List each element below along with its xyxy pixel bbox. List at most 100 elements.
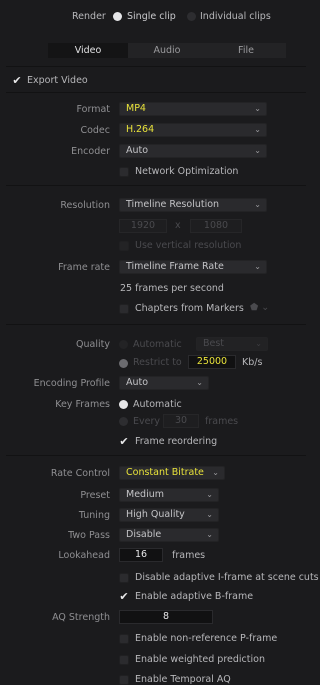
encoder-value: Auto bbox=[126, 145, 149, 156]
quality-automatic-label: Automatic bbox=[133, 339, 182, 350]
encoder-label: Encoder bbox=[71, 146, 110, 157]
format-value: MP4 bbox=[126, 103, 146, 114]
chapters-label[interactable]: Chapters from Markers bbox=[135, 303, 244, 314]
tab-video[interactable]: Video bbox=[48, 43, 128, 58]
tuning-label: Tuning bbox=[78, 510, 110, 521]
format-label: Format bbox=[76, 104, 110, 115]
tuning-value: High Quality bbox=[126, 509, 185, 520]
chevron-down-icon: ⌄ bbox=[255, 339, 262, 348]
non-reference-p-checkbox[interactable] bbox=[119, 634, 129, 644]
enable-adaptive-b-label[interactable]: Enable adaptive B-frame bbox=[135, 591, 253, 602]
chevron-down-icon: ⌄ bbox=[261, 302, 270, 313]
individual-clips-radio[interactable] bbox=[187, 12, 196, 21]
encoder-dropdown[interactable]: Auto ⌄ bbox=[119, 144, 267, 158]
restrict-radio[interactable] bbox=[119, 359, 128, 368]
rate-control-value: Constant Bitrate bbox=[126, 467, 204, 478]
disable-adaptive-i-checkbox[interactable] bbox=[119, 573, 129, 583]
bitrate-field[interactable]: 25000 bbox=[188, 355, 236, 369]
network-optimization-checkbox[interactable] bbox=[119, 167, 129, 177]
key-frames-every-radio[interactable] bbox=[119, 417, 128, 426]
quality-best-value: Best bbox=[203, 338, 225, 349]
rate-control-label: Rate Control bbox=[50, 468, 110, 479]
weighted-prediction-label[interactable]: Enable weighted prediction bbox=[135, 654, 265, 665]
codec-dropdown[interactable]: H.264 ⌄ bbox=[119, 123, 267, 137]
resolution-value: Timeline Resolution bbox=[126, 199, 220, 210]
divider bbox=[6, 185, 306, 186]
disable-adaptive-i-label[interactable]: Disable adaptive I-frame at scene cuts bbox=[135, 572, 319, 583]
chevron-down-icon: ⌄ bbox=[212, 468, 219, 477]
chevron-down-icon: ⌄ bbox=[206, 530, 213, 539]
preset-dropdown[interactable]: Medium ⌄ bbox=[119, 488, 219, 502]
format-dropdown[interactable]: MP4 ⌄ bbox=[119, 102, 267, 116]
divider bbox=[6, 455, 306, 456]
chevron-down-icon: ⌄ bbox=[196, 378, 203, 387]
preset-label: Preset bbox=[80, 490, 110, 501]
divider bbox=[6, 92, 306, 93]
resolution-height-field[interactable]: 1080 bbox=[190, 219, 242, 233]
export-video-checkbox[interactable]: ✔ bbox=[12, 75, 22, 86]
frame-reordering-checkbox[interactable]: ✔ bbox=[119, 436, 129, 447]
two-pass-dropdown[interactable]: Disable ⌄ bbox=[119, 528, 219, 542]
aq-strength-field[interactable]: 8 bbox=[119, 610, 213, 624]
chevron-down-icon: ⌄ bbox=[254, 262, 261, 271]
two-pass-label: Two Pass bbox=[68, 530, 110, 541]
quality-best-dropdown[interactable]: Best ⌄ bbox=[196, 337, 268, 351]
chevron-down-icon: ⌄ bbox=[206, 510, 213, 519]
single-clip-label[interactable]: Single clip bbox=[127, 11, 176, 22]
chevron-down-icon: ⌄ bbox=[254, 125, 261, 134]
resolution-x-label: x bbox=[175, 220, 181, 231]
quality-automatic-radio[interactable] bbox=[119, 340, 128, 349]
tuning-dropdown[interactable]: High Quality ⌄ bbox=[119, 508, 219, 522]
encoding-profile-value: Auto bbox=[126, 377, 149, 388]
two-pass-value: Disable bbox=[126, 529, 162, 540]
network-optimization-label[interactable]: Network Optimization bbox=[135, 166, 238, 177]
key-frames-frames-label: frames bbox=[205, 416, 239, 427]
individual-clips-label[interactable]: Individual clips bbox=[200, 11, 271, 22]
export-video-label[interactable]: Export Video bbox=[27, 75, 88, 86]
encoding-profile-label: Encoding Profile bbox=[33, 378, 110, 389]
codec-label: Codec bbox=[80, 125, 110, 136]
bitrate-unit: Kb/s bbox=[242, 357, 263, 368]
marker-icon: ⬟ bbox=[250, 302, 259, 313]
tab-file[interactable]: File bbox=[206, 43, 286, 58]
quality-label: Quality bbox=[76, 339, 110, 350]
chevron-down-icon: ⌄ bbox=[254, 200, 261, 209]
aq-strength-label: AQ Strength bbox=[52, 612, 110, 623]
tab-audio[interactable]: Audio bbox=[128, 43, 206, 58]
vertical-resolution-label: Use vertical resolution bbox=[135, 240, 242, 251]
chevron-down-icon: ⌄ bbox=[254, 104, 261, 113]
lookahead-label: Lookahead bbox=[58, 550, 110, 561]
render-label: Render bbox=[72, 11, 106, 22]
key-frames-every-label: Every bbox=[133, 416, 160, 427]
single-clip-radio[interactable] bbox=[113, 12, 122, 21]
codec-value: H.264 bbox=[126, 124, 155, 135]
marker-color-dropdown[interactable]: ⬟ ⌄ bbox=[250, 302, 269, 313]
resolution-dropdown[interactable]: Timeline Resolution ⌄ bbox=[119, 198, 267, 212]
divider bbox=[6, 66, 306, 67]
enable-adaptive-b-checkbox[interactable]: ✔ bbox=[119, 591, 129, 602]
lookahead-unit: frames bbox=[172, 550, 206, 561]
non-reference-p-label[interactable]: Enable non-reference P-frame bbox=[135, 633, 277, 644]
fps-text: 25 frames per second bbox=[120, 283, 224, 294]
frame-reordering-label[interactable]: Frame reordering bbox=[135, 436, 217, 447]
temporal-aq-label[interactable]: Enable Temporal AQ bbox=[135, 674, 231, 685]
resolution-label: Resolution bbox=[60, 200, 110, 211]
chapters-checkbox[interactable] bbox=[119, 304, 129, 314]
frame-rate-value: Timeline Frame Rate bbox=[126, 261, 224, 272]
frame-rate-dropdown[interactable]: Timeline Frame Rate ⌄ bbox=[119, 260, 267, 274]
chevron-down-icon: ⌄ bbox=[254, 146, 261, 155]
restrict-label: Restrict to bbox=[133, 357, 182, 368]
encoding-profile-dropdown[interactable]: Auto ⌄ bbox=[119, 376, 209, 390]
key-frames-automatic-radio[interactable] bbox=[119, 400, 128, 409]
lookahead-field[interactable]: 16 bbox=[119, 548, 163, 562]
key-frames-every-field[interactable]: 30 bbox=[163, 414, 199, 428]
preset-value: Medium bbox=[126, 489, 164, 500]
chevron-down-icon: ⌄ bbox=[206, 490, 213, 499]
key-frames-automatic-label[interactable]: Automatic bbox=[133, 399, 182, 410]
rate-control-dropdown[interactable]: Constant Bitrate ⌄ bbox=[119, 466, 225, 480]
divider bbox=[6, 324, 306, 325]
frame-rate-label: Frame rate bbox=[58, 262, 110, 273]
weighted-prediction-checkbox[interactable] bbox=[119, 655, 129, 665]
vertical-resolution-checkbox[interactable] bbox=[119, 241, 129, 251]
resolution-width-field[interactable]: 1920 bbox=[119, 219, 167, 233]
